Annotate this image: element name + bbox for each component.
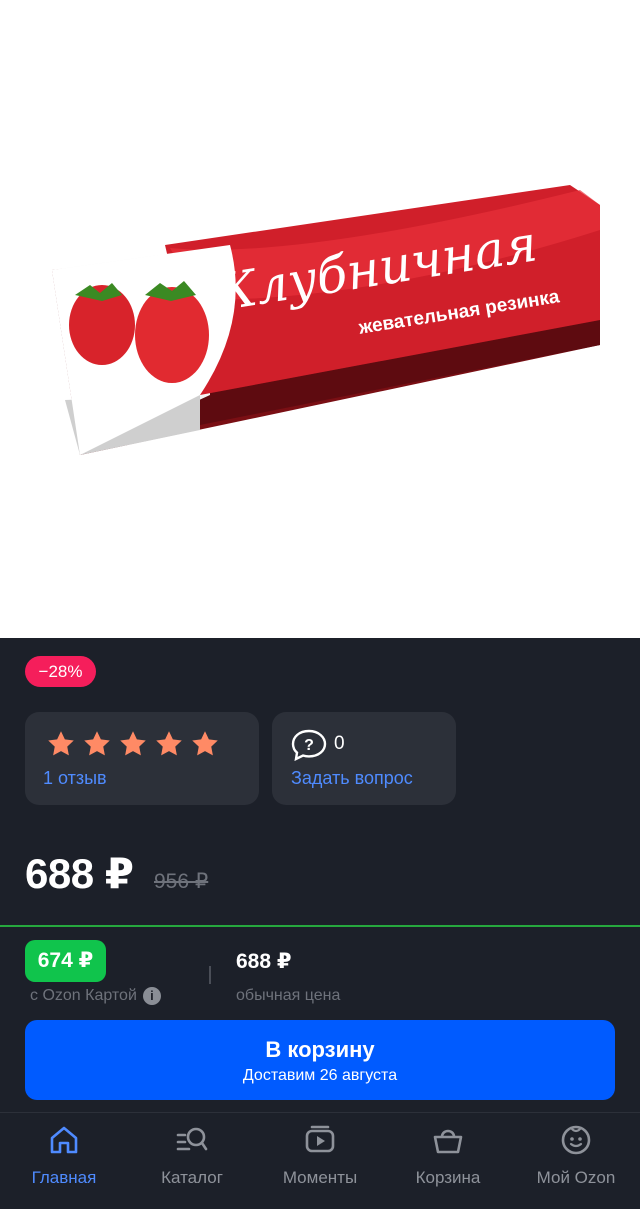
gum-package-illustration: Клубничная жевательная резинка bbox=[52, 185, 600, 455]
tab-my-ozon[interactable]: Мой Ozon bbox=[512, 1113, 640, 1209]
tab-catalog[interactable]: Каталог bbox=[128, 1113, 256, 1209]
home-icon bbox=[50, 1126, 78, 1154]
star-icon bbox=[84, 731, 110, 756]
price-separator bbox=[209, 966, 211, 984]
reviews-link[interactable]: 1 отзыв bbox=[43, 768, 107, 789]
tab-home[interactable]: Главная bbox=[0, 1113, 128, 1209]
star-icon bbox=[156, 731, 182, 756]
rating-card[interactable]: 1 отзыв bbox=[25, 712, 259, 805]
ozon-card-caption-text: с Ozon Картой bbox=[30, 987, 137, 1004]
star-icon bbox=[120, 731, 146, 756]
tab-my-ozon-label: Мой Ozon bbox=[536, 1168, 616, 1187]
video-play-icon bbox=[305, 1125, 335, 1153]
info-icon[interactable]: i bbox=[142, 987, 161, 1005]
star-icon bbox=[192, 731, 218, 756]
basket-icon bbox=[433, 1129, 463, 1154]
tab-home-label: Главная bbox=[31, 1168, 97, 1187]
product-image[interactable]: Клубничная жевательная резинка bbox=[0, 0, 640, 638]
regular-price: 688 ₽ bbox=[236, 950, 292, 973]
bottom-tab-bar: Главная Каталог Моменты Корзина Мой Ozon bbox=[0, 1112, 640, 1209]
questions-card[interactable]: ? 0 Задать вопрос bbox=[272, 712, 456, 805]
product-page: Клубничная жевательная резинка −28% 1 от… bbox=[0, 0, 640, 1209]
question-bubble-icon: ? bbox=[291, 729, 327, 761]
delivery-date-label: Доставим 26 августа bbox=[242, 1067, 398, 1084]
price-divider bbox=[0, 925, 640, 927]
add-to-cart-label: В корзину bbox=[265, 1037, 375, 1062]
tab-cart-label: Корзина bbox=[415, 1168, 481, 1187]
tab-cart[interactable]: Корзина bbox=[384, 1113, 512, 1209]
regular-price-caption: обычная цена bbox=[236, 987, 341, 1004]
tab-moments-label: Моменты bbox=[282, 1168, 358, 1187]
add-to-cart-button[interactable]: В корзину Доставим 26 августа bbox=[25, 1020, 615, 1100]
star-icon bbox=[48, 731, 74, 756]
ozon-card-price-badge[interactable]: 674 ₽ bbox=[25, 940, 106, 982]
rating-stars bbox=[46, 729, 220, 759]
svg-text:?: ? bbox=[304, 737, 314, 754]
ask-question-link[interactable]: Задать вопрос bbox=[291, 768, 413, 789]
discount-badge: −28% bbox=[25, 656, 96, 687]
ozon-card-caption: с Ozon Картой i bbox=[30, 987, 161, 1005]
questions-count: 0 bbox=[334, 733, 345, 754]
tab-moments[interactable]: Моменты bbox=[256, 1113, 384, 1209]
catalog-search-icon bbox=[176, 1127, 208, 1151]
current-price: 688 ₽ bbox=[25, 850, 134, 897]
old-price: 956 ₽ bbox=[154, 870, 209, 893]
tab-catalog-label: Каталог bbox=[161, 1168, 223, 1187]
profile-face-icon bbox=[561, 1125, 591, 1155]
